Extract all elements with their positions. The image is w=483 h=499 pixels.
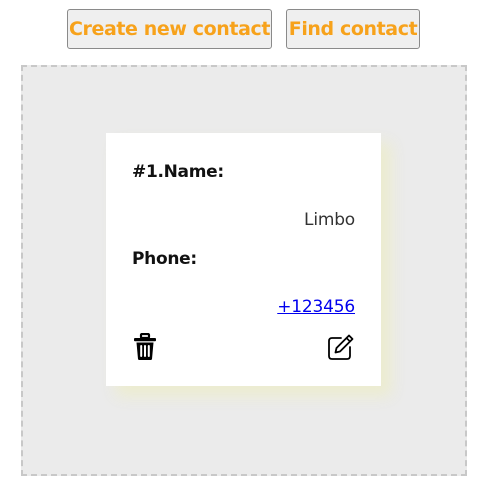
edit-icon[interactable] <box>327 333 355 361</box>
name-label: #1.Name: <box>132 162 224 182</box>
name-value: Limbo <box>304 210 355 230</box>
toolbar: Create new contact Find contact <box>0 9 483 53</box>
phone-label: Phone: <box>132 249 197 269</box>
contact-card: #1.Name: Limbo Phone: +123456 <box>106 133 381 386</box>
phone-link[interactable]: +123456 <box>277 297 355 317</box>
find-contact-button[interactable]: Find contact <box>286 9 420 49</box>
create-contact-button[interactable]: Create new contact <box>67 9 272 49</box>
trash-icon[interactable] <box>133 333 161 361</box>
